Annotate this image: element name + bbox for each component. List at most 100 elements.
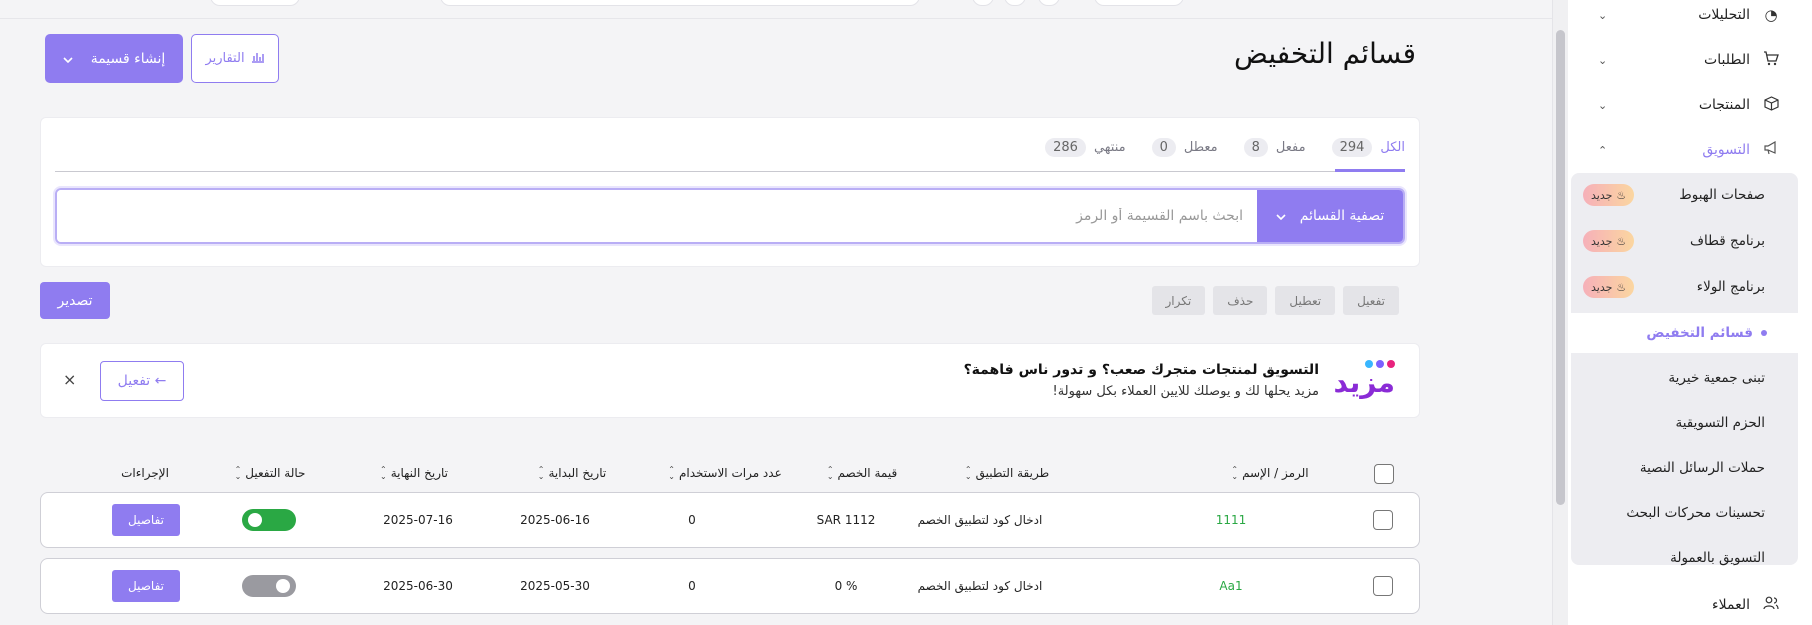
sidebar-item-seo[interactable]: تحسينات محركات البحث [1568,493,1812,533]
end-date: 2025-06-30 [383,579,453,593]
bulk-deactivate-button[interactable]: تعطيل [1275,286,1336,315]
chevron-down-icon [1276,208,1286,224]
chevron-down-icon [63,51,73,67]
scrollbar-thumb[interactable] [1556,30,1565,505]
chevron-down-icon: ⌄ [1598,8,1608,22]
tab-label: مفعل [1275,140,1306,155]
row-checkbox[interactable] [1373,510,1393,530]
new-badge: ♨ جديد [1583,184,1635,206]
reports-button[interactable]: التقارير [191,34,279,83]
tab-expired[interactable]: منتهي 286 [1045,138,1126,157]
chart-pie-icon: ◔ [1764,6,1778,24]
tab-active[interactable]: مفعل 8 [1243,138,1306,157]
bulk-delete-button[interactable]: حذف [1213,286,1268,315]
top-icon-2[interactable] [1004,0,1026,6]
export-button[interactable]: تصدير [40,282,110,319]
promo-activate-button[interactable]: تفعيل ← [100,361,184,401]
discount-value: 0 % [834,579,858,593]
sidebar-item-analytics[interactable]: ◔ التحليلات ⌄ [1568,0,1812,35]
column-header-code[interactable]: الرمز / الإسم ⌃ ⌄ [1231,466,1309,481]
chevron-up-icon: ⌃ [1598,143,1608,157]
header-label: الرمز / الإسم [1242,466,1309,480]
sidebar-item-bundles[interactable]: الحزم التسويقية [1568,403,1812,443]
column-header-method[interactable]: طريقة التطبيق ⌃ ⌄ [964,465,1049,481]
coupon-code[interactable]: Aa1 [1219,559,1242,613]
status-toggle-on[interactable] [242,509,296,531]
sidebar-item-qitaf[interactable]: برنامج قطاف ♨ جديد [1568,221,1812,261]
bulk-duplicate-button[interactable]: تكرار [1151,286,1206,315]
details-button[interactable]: تفاصيل [112,570,180,602]
sidebar-item-marketing[interactable]: التسويق ⌃ [1568,130,1812,170]
column-header-end-date[interactable]: تاريخ النهاية ⌃ ⌄ [380,465,448,481]
sidebar-item-label: برنامج قطاف [1690,233,1765,249]
cart-icon [1760,50,1782,70]
filter-coupons-button[interactable]: تصفية القسائم [1257,190,1403,242]
tab-count: 294 [1331,138,1373,157]
usage-count: 0 [688,513,696,527]
top-icon-3[interactable] [1038,0,1060,6]
sidebar-item-label: حملات الرسائل النصية [1639,460,1765,476]
column-header-value[interactable]: قيمة الخصم ⌃ ⌄ [827,466,898,481]
users-icon [1760,596,1782,614]
sidebar-item-label: الطلبات [1704,52,1750,68]
search-input[interactable] [57,190,1257,242]
new-badge: ♨ جديد [1583,276,1635,298]
sidebar-item-label: صفحات الهبوط [1679,187,1765,203]
create-coupon-button[interactable]: إنشاء قسيمة [45,34,183,83]
sidebar-item-charity[interactable]: تبنى جمعية خيرية [1568,358,1812,398]
active-dot [1761,330,1767,336]
create-coupon-label: إنشاء قسيمة [90,50,166,67]
details-button[interactable]: تفاصيل [112,504,180,536]
sort-icon: ⌃ ⌄ [668,465,675,481]
coupon-code[interactable]: 1111 [1216,493,1247,547]
row-checkbox[interactable] [1373,576,1393,596]
table-row: 1111 ادخال كود لتطبيق الخصم SAR 1112 0 2… [40,492,1420,548]
close-icon[interactable]: × [63,370,76,389]
logo-text: مزيد [1333,366,1395,399]
tab-label: معطل [1183,140,1218,155]
column-header-status[interactable]: حالة التفعيل ⌃ ⌄ [235,466,306,481]
top-search[interactable] [440,0,920,6]
tab-disabled[interactable]: معطل 0 [1151,138,1218,157]
select-all-checkbox[interactable] [1374,464,1394,484]
top-store-pill[interactable] [1094,0,1184,6]
sidebar-item-customers[interactable]: العملاء [1568,585,1812,625]
tab-label: منتهي [1093,140,1126,155]
tab-all[interactable]: الكل 294 [1331,138,1405,157]
column-header-start-date[interactable]: تاريخ البداية ⌃ ⌄ [538,466,606,481]
top-pill[interactable] [210,0,300,6]
fire-icon: ♨ [1616,280,1627,294]
sidebar-item-products[interactable]: المنتجات ⌄ [1568,85,1812,125]
page-title: قسائم التخفيض [1234,37,1416,70]
search-bar: تصفية القسائم [55,188,1405,244]
status-toggle-off[interactable] [242,575,296,597]
promo-title: التسويق لمنتجات متجرك صعب؟ و تدور ناس فا… [963,362,1319,378]
bulk-activate-button[interactable]: تفعيل [1343,286,1399,315]
sidebar-item-label: التسويق [1702,142,1750,158]
start-date: 2025-05-30 [520,579,590,593]
promo-subtitle: مزيد يحلها لك و يوصلك للايين العملاء بكل… [1052,384,1320,399]
discount-value: SAR 1112 [816,513,876,527]
sidebar-item-sms[interactable]: حملات الرسائل النصية [1568,448,1812,488]
main-scrollbar[interactable] [1552,0,1568,625]
chevron-down-icon: ⌄ [1598,98,1608,112]
sidebar-item-label: المنتجات [1698,97,1750,113]
top-icon-1[interactable] [972,0,994,6]
sidebar-item-affiliate[interactable]: التسويق بالعمولة [1568,538,1812,578]
sidebar-item-label: تحسينات محركات البحث [1626,505,1765,521]
bar-chart-icon [251,51,265,67]
header-label: قيمة الخصم [837,466,898,480]
sidebar-item-label: الحزم التسويقية [1675,415,1765,431]
fire-icon: ♨ [1616,188,1627,202]
sidebar-item-loyalty[interactable]: برنامج الولاء ♨ جديد [1568,267,1812,307]
filter-card: الكل 294 مفعل 8 معطل 0 منتهي 286 تصفية ا… [40,117,1420,267]
sidebar-item-landing-pages[interactable]: صفحات الهبوط ♨ جديد [1568,175,1812,215]
sidebar-item-coupons[interactable]: قسائم التخفيض [1568,313,1812,353]
filter-label: تصفية القسائم [1299,208,1385,224]
sort-icon: ⌃ ⌄ [964,465,972,481]
column-header-uses[interactable]: عدد مرات الاستخدام ⌃ ⌄ [668,465,781,481]
header-label: الإجراءات [121,466,169,480]
sort-icon: ⌃ ⌄ [380,465,387,481]
sidebar-item-orders[interactable]: الطلبات ⌄ [1568,40,1812,80]
apply-method: ادخال كود لتطبيق الخصم [917,579,1043,593]
